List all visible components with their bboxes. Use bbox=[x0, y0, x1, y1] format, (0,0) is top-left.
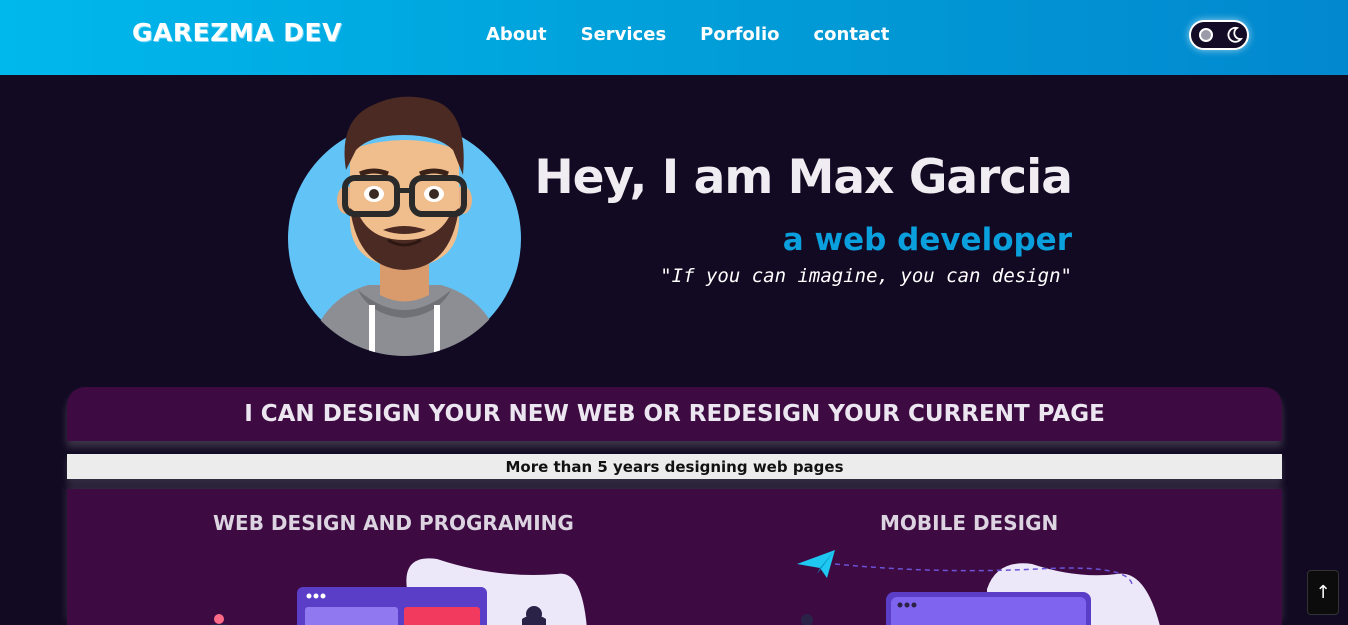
mobile-design-illustration bbox=[797, 550, 1160, 625]
nav-about-link[interactable]: About bbox=[486, 24, 547, 45]
design-banner: I CAN DESIGN YOUR NEW WEB OR REDESIGN YO… bbox=[67, 387, 1282, 441]
hero-quote: "If you can imagine, you can design" bbox=[660, 265, 1072, 287]
nav-portfolio-link[interactable]: Porfolio bbox=[700, 24, 779, 45]
experience-strip: More than 5 years designing web pages bbox=[67, 454, 1282, 479]
hero-title: Hey, I am Max Garcia bbox=[534, 150, 1073, 205]
banner-text: I CAN DESIGN YOUR NEW WEB OR REDESIGN YO… bbox=[244, 401, 1105, 427]
site-logo[interactable]: GAREZMA DEV bbox=[132, 18, 342, 47]
services-section: WEB DESIGN AND PROGRAMING MOBILE DESIGN bbox=[67, 489, 1282, 625]
toggle-knob bbox=[1199, 28, 1213, 42]
site-header: GAREZMA DEV About Services Porfolio cont… bbox=[0, 0, 1348, 75]
nav-services-link[interactable]: Services bbox=[581, 24, 667, 45]
theme-toggle[interactable] bbox=[1189, 20, 1249, 50]
service-title-web: WEB DESIGN AND PROGRAMING bbox=[213, 511, 574, 535]
hero-subtitle: a web developer bbox=[782, 222, 1072, 258]
service-title-mobile: MOBILE DESIGN bbox=[880, 511, 1059, 535]
web-design-illustration bbox=[211, 558, 587, 625]
scroll-to-top-button[interactable]: ↑ bbox=[1307, 570, 1339, 615]
avatar-illustration bbox=[308, 96, 503, 356]
experience-text: More than 5 years designing web pages bbox=[505, 457, 844, 476]
arrow-up-icon: ↑ bbox=[1315, 582, 1331, 603]
nav-contact-link[interactable]: contact bbox=[814, 24, 890, 45]
main-nav: About Services Porfolio contact bbox=[486, 24, 889, 45]
moon-icon bbox=[1227, 26, 1243, 43]
